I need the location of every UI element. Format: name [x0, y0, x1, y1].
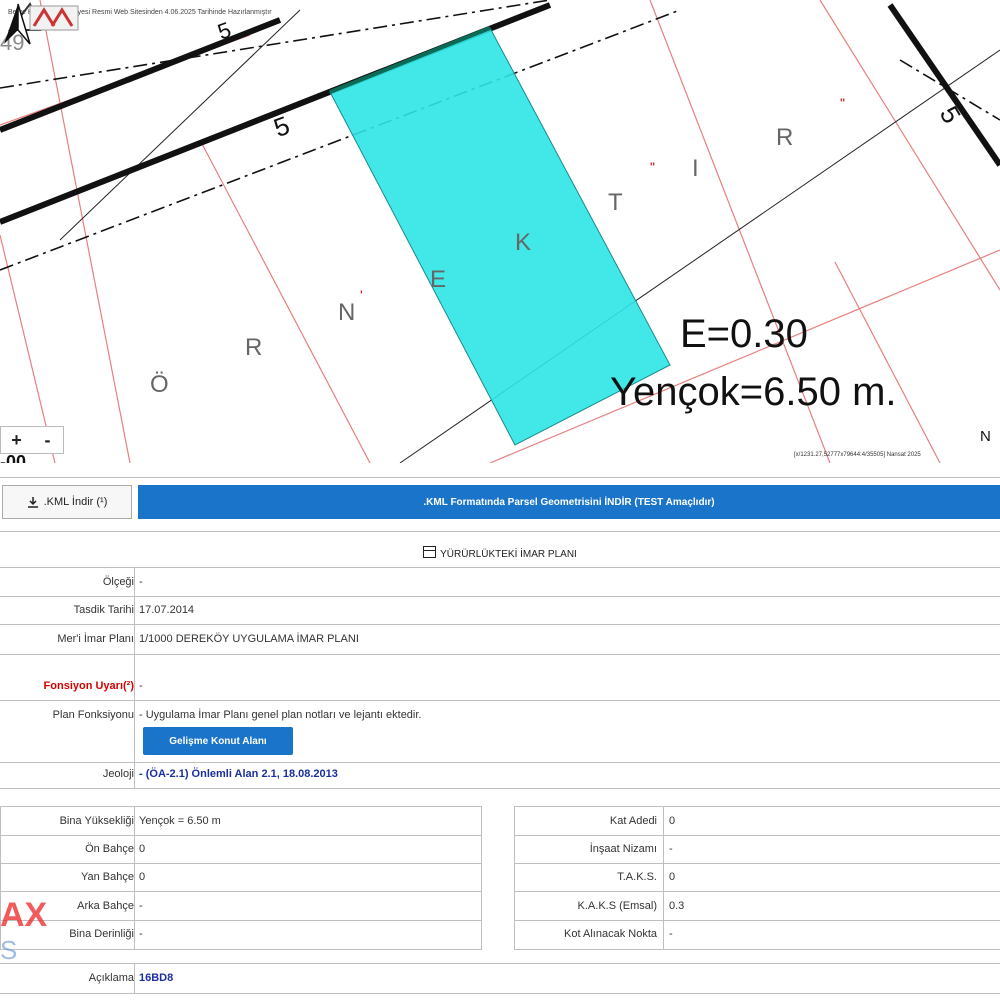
- construction-order-value: -: [669, 843, 673, 855]
- street-letter: K: [515, 229, 531, 256]
- zoom-out-button[interactable]: -: [32, 427, 63, 453]
- zoom-in-button[interactable]: +: [1, 427, 32, 453]
- plan-table-icon: [423, 546, 437, 558]
- zoning-plan-section-title: YÜRÜRLÜKTEKİ İMAR PLANI: [0, 545, 1000, 565]
- rear-yard-label: Arka Bahçe: [77, 900, 134, 912]
- function-warning-value: -: [139, 680, 143, 692]
- e-value-label: E=0.30: [680, 312, 808, 356]
- road-width-label: 5: [934, 101, 967, 129]
- north-arrow-icon: [4, 3, 31, 45]
- function-warning-label: Fonsiyon Uyarı(²): [43, 680, 134, 692]
- svg-text:': ': [360, 287, 363, 303]
- active-plan-label: Mer'i İmar Planı: [57, 633, 134, 645]
- yencok-value-label: Yençok=6.50 m.: [610, 370, 897, 414]
- construction-order-label: İnşaat Nizamı: [589, 843, 657, 855]
- map-attribution: [x/1231.27,52777x79644:4/35505] Nansat 2…: [794, 452, 921, 458]
- front-yard-label: Ön Bahçe: [85, 843, 134, 855]
- building-depth-value: -: [139, 928, 143, 940]
- north-label: N: [980, 428, 991, 445]
- street-letter: E: [430, 266, 446, 293]
- road-width-label: 5: [214, 17, 234, 45]
- floor-count-label: Kat Adedi: [609, 815, 657, 827]
- kaks-value: 0.3: [669, 900, 685, 912]
- rear-yard-value: -: [139, 900, 143, 912]
- scale-label: Ölçeği: [102, 576, 134, 588]
- building-height-value: Yençok = 6.50 m: [139, 815, 221, 827]
- kml-download-label: .KML İndir (¹): [43, 496, 108, 508]
- plan-function-label: Plan Fonksiyonu: [52, 709, 134, 721]
- plan-function-note: - Uygulama İmar Planı genel plan notları…: [139, 709, 422, 721]
- road-width-label: 5: [270, 110, 294, 143]
- side-yard-label: Yan Bahçe: [80, 871, 134, 883]
- front-yard-value: 0: [139, 843, 146, 855]
- street-letter: Ö: [150, 371, 169, 398]
- watermark-text-secondary: S: [0, 935, 18, 965]
- zoom-control: + -: [0, 426, 64, 454]
- active-plan-value: 1/1000 DEREKÖY UYGULAMA İMAR PLANI: [139, 633, 359, 645]
- side-yard-value: 0: [139, 871, 146, 883]
- street-letter: N: [338, 299, 355, 326]
- map-view[interactable]: 5 5 5 Ö R N E K T I R ' " " Belge KÖRFEZ…: [0, 0, 1000, 463]
- building-depth-label: Bina Derinliği: [69, 928, 134, 940]
- approval-date-label: Tasdik Tarihi: [73, 604, 134, 616]
- elevation-point-value: -: [669, 928, 673, 940]
- description-label: Açıklama: [88, 972, 134, 984]
- geology-value: - (ÖA-2.1) Önlemli Alan 2.1, 18.08.2013: [139, 768, 338, 780]
- scale-text: -00: [0, 452, 27, 463]
- elevation-point-label: Kot Alınacak Nokta: [564, 928, 657, 940]
- street-letter: T: [608, 189, 623, 216]
- street-letter: R: [776, 124, 793, 151]
- watermark-text: AX: [0, 896, 48, 934]
- svg-text:": ": [840, 95, 845, 111]
- taks-label: T.A.K.S.: [617, 871, 657, 883]
- approval-date-value: 17.07.2014: [139, 604, 195, 616]
- floor-count-value: 0: [669, 815, 676, 827]
- kml-geometry-download-bar[interactable]: .KML Formatında Parsel Geometrisini İNDİ…: [138, 485, 1000, 519]
- download-icon: [27, 497, 38, 508]
- svg-text:": ": [650, 159, 655, 175]
- street-letter: I: [692, 155, 699, 182]
- kml-download-button[interactable]: .KML İndir (¹): [2, 485, 132, 519]
- kaks-label: K.A.K.S (Emsal): [577, 900, 657, 912]
- geology-label: Jeoloji: [102, 768, 134, 780]
- street-letter: R: [245, 334, 262, 361]
- building-height-label: Bina Yüksekliği: [59, 815, 134, 827]
- taks-value: 0: [669, 871, 676, 883]
- description-value: 16BD8: [139, 972, 174, 984]
- development-housing-button[interactable]: Gelişme Konut Alanı: [143, 727, 293, 755]
- scale-value: -: [139, 576, 143, 588]
